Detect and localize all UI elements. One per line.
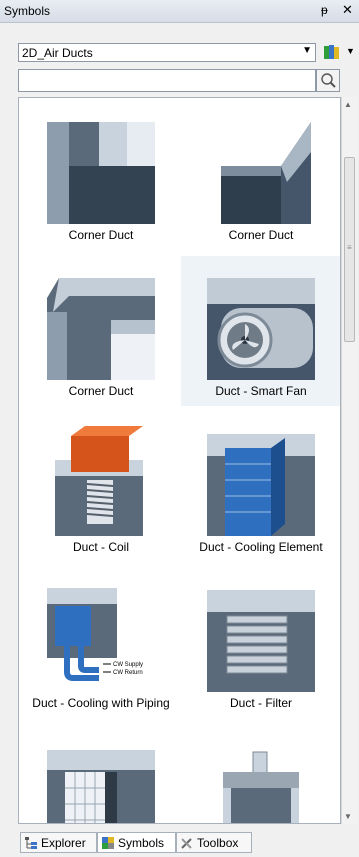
bottom-tab-strip: Explorer Symbols Toolbox: [0, 830, 359, 857]
symbol-item[interactable]: Corner Duct: [21, 256, 181, 406]
vertical-scrollbar[interactable]: ▲ ≡ ▼: [341, 97, 357, 824]
explorer-icon: [25, 837, 37, 849]
search-input[interactable]: [18, 69, 316, 92]
symbol-label: Duct - Filter: [229, 696, 292, 710]
library-dropdown[interactable]: 2D_Air Ducts ▼: [18, 43, 316, 62]
library-dropdown-value: 2D_Air Ducts: [22, 46, 93, 60]
tab-label: Explorer: [41, 836, 86, 850]
close-icon[interactable]: ✕: [342, 2, 353, 18]
duct-coil-icon: [55, 426, 143, 536]
symbol-item[interactable]: Corner Duct: [181, 100, 340, 250]
tab-explorer[interactable]: Explorer: [20, 832, 97, 853]
cw-return-annotation: CW Return: [113, 670, 143, 676]
scrollbar-thumb[interactable]: ≡: [344, 157, 355, 342]
symbol-label: Corner Duct: [68, 228, 134, 242]
symbol-item[interactable]: Duct - Smart Fan: [181, 256, 340, 406]
search-icon: [321, 73, 336, 88]
cooling-piping-icon: CW Supply CW Return: [47, 588, 143, 681]
toolbox-icon: [181, 838, 192, 849]
corner-duct-icon: [47, 278, 155, 380]
panel-titlebar: Symbols ᵽ ✕: [0, 0, 359, 23]
cw-supply-annotation: CW Supply: [113, 662, 143, 668]
chevron-down-icon: ▼: [302, 45, 312, 56]
cooling-element-icon: [207, 434, 315, 536]
symbol-label: Corner Duct: [228, 228, 294, 242]
library-books-icon[interactable]: [321, 44, 343, 61]
smart-fan-icon: [207, 278, 315, 380]
symbol-label: Duct - Cooling Element: [199, 540, 323, 554]
symbol-item[interactable]: [21, 724, 181, 823]
symbol-item[interactable]: Duct - Cooling Element: [181, 412, 340, 562]
corner-duct-icon: [201, 122, 321, 224]
symbols-icon: [102, 837, 114, 849]
library-menu-arrow-icon[interactable]: ▼: [346, 46, 355, 56]
symbol-item[interactable]: CW Supply CW Return Duct - Cooling with …: [21, 568, 181, 718]
symbol-item[interactable]: [181, 724, 340, 823]
symbol-label: Duct - Coil: [72, 540, 129, 554]
corner-duct-icon: [47, 122, 155, 224]
symbol-item[interactable]: Corner Duct: [21, 100, 181, 250]
symbols-grid: Corner Duct Corner Duct Corner Duct Duct…: [18, 97, 341, 824]
scroll-up-arrow-icon[interactable]: ▲: [344, 100, 352, 109]
search-button[interactable]: [316, 69, 340, 92]
symbol-label: Duct - Smart Fan: [215, 384, 307, 398]
symbol-item[interactable]: Duct - Coil: [21, 412, 181, 562]
symbol-item[interactable]: Duct - Filter: [181, 568, 340, 718]
pin-icon[interactable]: ᵽ: [321, 3, 328, 17]
tab-label: Symbols: [118, 836, 165, 850]
symbol-label: Duct - Cooling with Piping: [32, 696, 170, 710]
duct-heater-icon: [223, 751, 299, 823]
grip-icon: ≡: [347, 243, 352, 252]
tab-label: Toolbox: [197, 836, 239, 850]
scroll-down-arrow-icon[interactable]: ▼: [344, 812, 352, 821]
symbol-label: Corner Duct: [68, 384, 134, 398]
tab-toolbox[interactable]: Toolbox: [176, 832, 252, 853]
duct-grille-icon: [47, 750, 155, 823]
panel-title: Symbols: [4, 4, 51, 18]
tab-symbols[interactable]: Symbols: [97, 832, 176, 853]
duct-filter-icon: [207, 590, 315, 692]
